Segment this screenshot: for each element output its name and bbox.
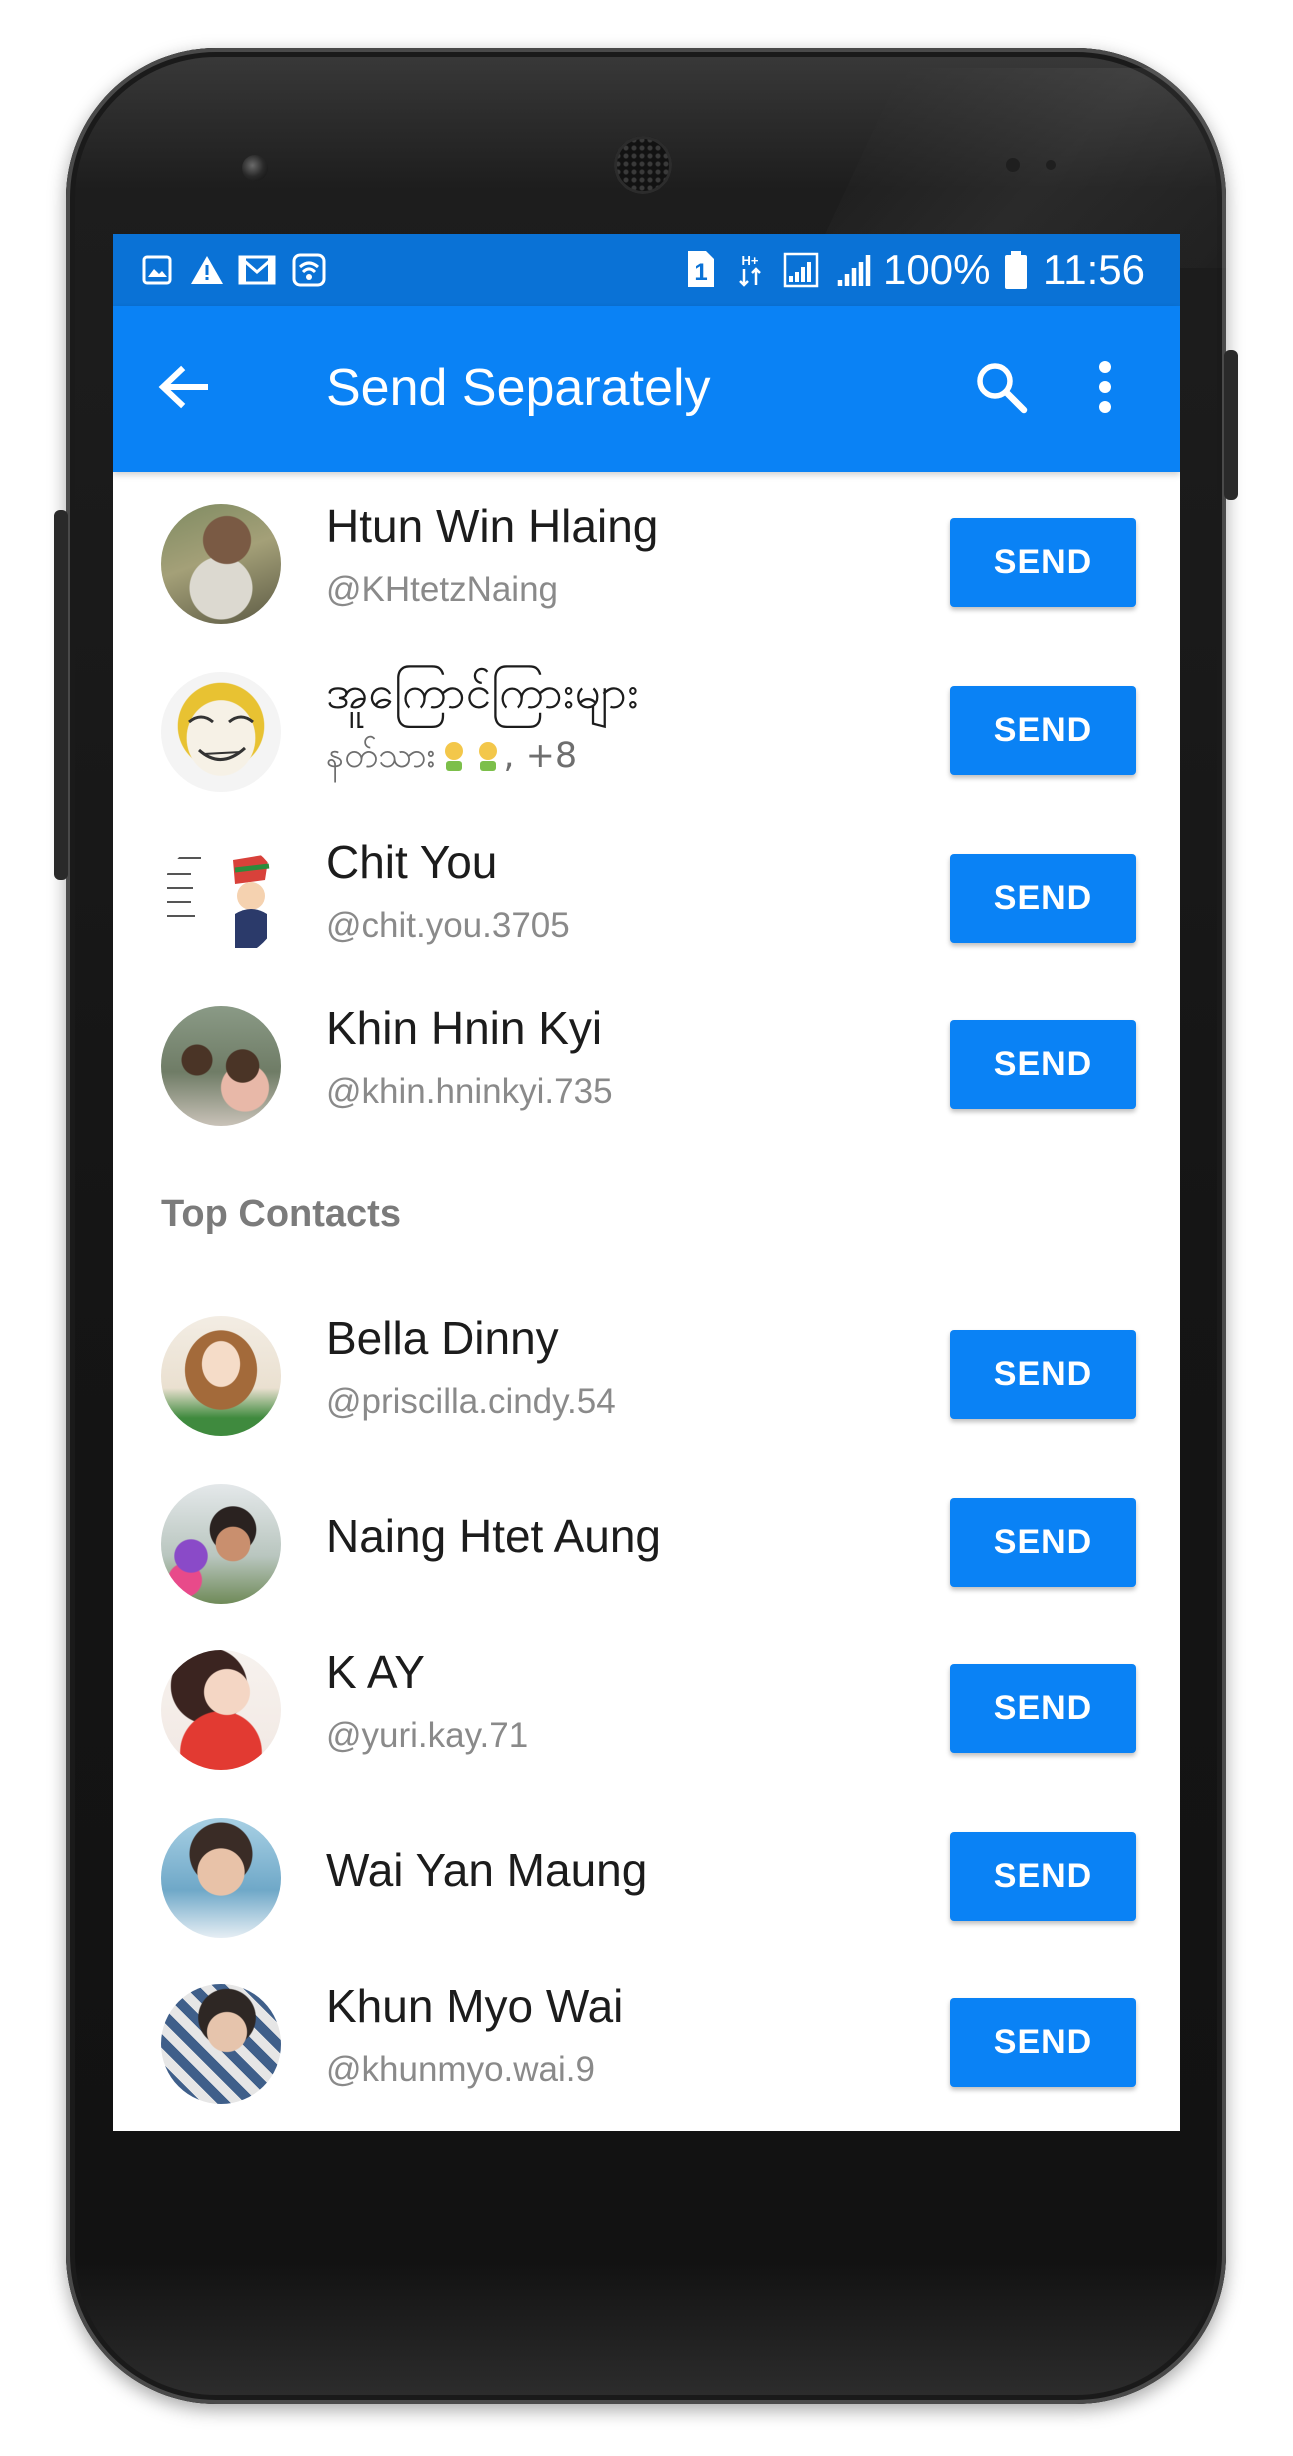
send-button[interactable]: SEND (950, 854, 1136, 943)
send-button[interactable]: SEND (950, 1832, 1136, 1921)
avatar (161, 504, 281, 624)
contact-name: Khun Myo Wai (326, 1980, 624, 2032)
search-button[interactable] (961, 349, 1041, 429)
proximity-sensor (1006, 158, 1020, 172)
more-vert-icon (1095, 357, 1115, 422)
contact-name: Htun Win Hlaing (326, 500, 659, 552)
contact-name: Chit You (326, 836, 498, 888)
avatar (161, 672, 281, 792)
group-members: နတ်သား , +8 (326, 734, 577, 778)
front-camera (242, 155, 268, 181)
avatar (161, 840, 281, 960)
battery-icon (1003, 250, 1029, 290)
contact-row[interactable]: Naing Htet Aung SEND (113, 1452, 1180, 1618)
send-button[interactable]: SEND (950, 1998, 1136, 2087)
contact-row[interactable]: Htun Win Hlaing @KHtetzNaing SEND (113, 472, 1180, 638)
contact-handle: @khunmyo.wai.9 (326, 2050, 595, 2089)
contact-name: Naing Htet Aung (326, 1510, 662, 1562)
send-button[interactable]: SEND (950, 686, 1136, 775)
contact-handle: @chit.you.3705 (326, 906, 570, 945)
avatar (161, 1316, 281, 1436)
group-more-count: , +8 (503, 736, 578, 776)
gmail-icon (237, 252, 277, 288)
meme-face-icon (188, 715, 254, 761)
cartoon-avatar-icon (167, 854, 270, 948)
send-button[interactable]: SEND (950, 518, 1136, 607)
contact-row[interactable]: Khun Myo Wai @khunmyo.wai.9 SEND (113, 1952, 1180, 2118)
page-title: Send Separately (326, 359, 711, 417)
wifi-icon (289, 252, 329, 288)
svg-text:H+: H+ (742, 253, 759, 268)
contact-name: K AY (326, 1646, 425, 1698)
send-button[interactable]: SEND (950, 1664, 1136, 1753)
page: 1 H+ 100% 11:56 Send Separately Htun Win… (0, 0, 1293, 2456)
contact-handle: @KHtetzNaing (326, 570, 559, 609)
section-header-top-contacts: Top Contacts (161, 1193, 401, 1235)
contact-row[interactable]: အူကြောင်ကြားများ နတ်သား , +8 SEND (113, 640, 1180, 806)
sim-icon: 1 (685, 246, 717, 292)
battery-percent: 100% (883, 246, 991, 293)
contact-handle: @priscilla.cindy.54 (326, 1382, 616, 1421)
send-button[interactable]: SEND (950, 1020, 1136, 1109)
group-member-name: နတ်သား (326, 736, 436, 776)
avatar (161, 1984, 281, 2104)
send-button[interactable]: SEND (950, 1498, 1136, 1587)
contact-handle: @yuri.kay.71 (326, 1716, 529, 1755)
screen: 1 H+ 100% 11:56 Send Separately Htun Win… (113, 234, 1180, 2131)
search-icon (972, 358, 1030, 421)
person-emoji-icon (439, 739, 469, 773)
avatar (161, 1650, 281, 1770)
avatar (161, 1484, 281, 1604)
data-arrows-icon: H+ (736, 252, 764, 288)
person-emoji-icon (473, 739, 503, 773)
contact-name: Wai Yan Maung (326, 1844, 648, 1896)
status-bar: 1 H+ 100% 11:56 (113, 234, 1180, 306)
power-button (1224, 350, 1238, 500)
contact-row[interactable]: K AY @yuri.kay.71 SEND (113, 1618, 1180, 1784)
contact-row[interactable]: Wai Yan Maung SEND (113, 1786, 1180, 1952)
contact-row[interactable]: Chit You @chit.you.3705 SEND (113, 808, 1180, 974)
send-button[interactable]: SEND (950, 1330, 1136, 1419)
avatar (161, 1006, 281, 1126)
back-button[interactable] (143, 349, 223, 429)
signal-bars-icon (835, 252, 873, 288)
contact-row[interactable]: Bella Dinny @priscilla.cindy.54 SEND (113, 1284, 1180, 1450)
status-time: 11:56 (1043, 246, 1145, 293)
contact-handle: @khin.hninkyi.735 (326, 1072, 613, 1111)
group-name: အူကြောင်ကြားများ (326, 665, 639, 719)
volume-button (54, 510, 68, 880)
warning-icon (187, 252, 227, 288)
contact-name: Khin Hnin Kyi (326, 1002, 603, 1054)
contact-row[interactable]: Khin Hnin Kyi @khin.hninkyi.735 SEND (113, 974, 1180, 1140)
earpiece-speaker (614, 136, 672, 194)
contact-name: Bella Dinny (326, 1312, 559, 1364)
avatar (161, 1818, 281, 1938)
app-bar: Send Separately (113, 306, 1180, 472)
arrow-back-icon (155, 359, 211, 420)
image-notification-icon (139, 252, 175, 288)
svg-text:1: 1 (694, 259, 707, 286)
signal-icon (782, 252, 820, 288)
light-sensor (1046, 160, 1056, 170)
overflow-menu-button[interactable] (1075, 349, 1135, 429)
